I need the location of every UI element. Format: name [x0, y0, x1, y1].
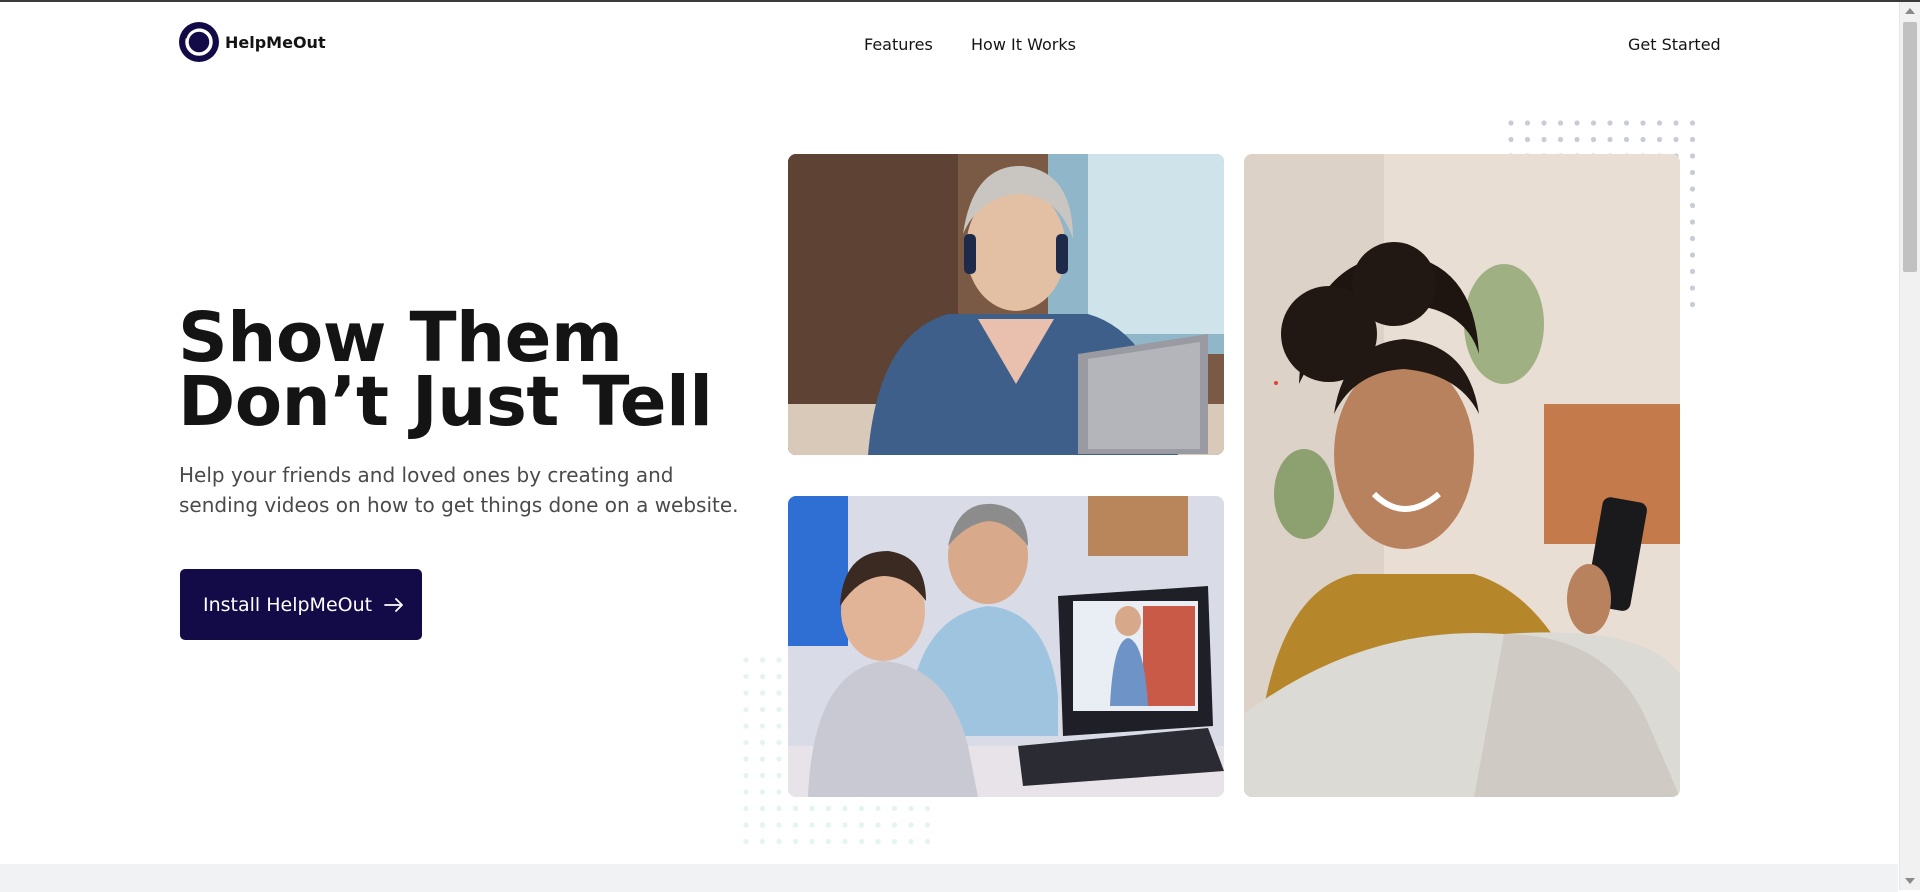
nav-features[interactable]: Features — [864, 35, 933, 54]
scroll-down-icon[interactable] — [1905, 878, 1915, 884]
page-scrollbar[interactable] — [1899, 2, 1920, 890]
woman-smiling-phone-photo — [1244, 154, 1680, 797]
father-son-laptop-photo — [788, 496, 1224, 797]
brand-name: HelpMeOut — [225, 32, 326, 52]
get-started-link[interactable]: Get Started — [1628, 35, 1721, 54]
woman-headphones-laptop-photo — [788, 154, 1224, 455]
next-section-band — [0, 864, 1898, 892]
hero-subtext: Help your friends and loved ones by crea… — [179, 463, 739, 517]
scrollbar-thumb[interactable] — [1903, 22, 1917, 272]
install-button-label: Install HelpMeOut — [203, 593, 373, 616]
scroll-up-icon[interactable] — [1905, 8, 1915, 14]
logo-icon — [179, 22, 219, 62]
logo[interactable]: HelpMeOut — [179, 22, 326, 62]
headline-line-2: Don’t Just Tell — [178, 362, 713, 442]
hero-headline: Show Them Don’t Just Tell — [178, 304, 778, 437]
nav-how-it-works[interactable]: How It Works — [971, 35, 1076, 54]
arrow-right-icon — [384, 597, 403, 612]
install-helpmeout-button[interactable]: Install HelpMeOut — [180, 569, 422, 640]
red-dot-decoration — [1274, 381, 1278, 385]
